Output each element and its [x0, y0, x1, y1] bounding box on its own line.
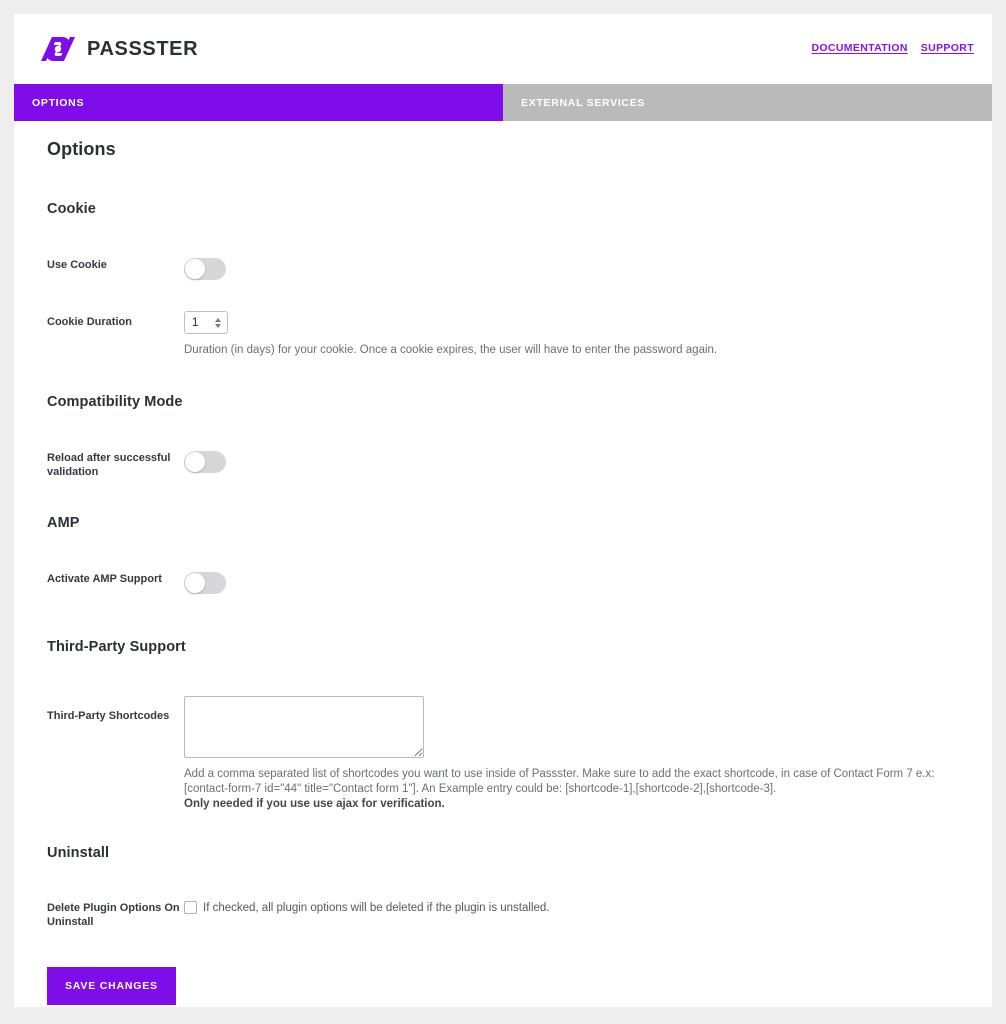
toggle-knob — [185, 452, 205, 472]
section-title-uninstall: Uninstall — [47, 845, 110, 861]
section-title-third-party: Third-Party Support — [47, 639, 186, 655]
cookie-duration-field: 1 Duration (in days) for your cookie. On… — [184, 311, 968, 358]
row-activate-amp: Activate AMP Support — [32, 572, 968, 599]
delete-plugin-options-checkbox-text: If checked, all plugin options will be d… — [203, 901, 550, 914]
third-party-shortcodes-label: Third-Party Shortcodes — [47, 710, 170, 722]
tab-bar: OPTIONS EXTERNAL SERVICES — [14, 84, 992, 121]
tab-options-label: OPTIONS — [32, 96, 85, 109]
third-party-shortcodes-hint: Add a comma separated list of shortcodes… — [184, 768, 935, 795]
passster-logo-icon — [38, 34, 78, 64]
section-title-amp: AMP — [47, 515, 80, 531]
section-title-cookie: Cookie — [47, 201, 96, 217]
cookie-duration-hint: Duration (in days) for your cookie. Once… — [184, 344, 718, 356]
documentation-link[interactable]: DOCUMENTATION — [811, 42, 907, 54]
header-links: DOCUMENTATION SUPPORT — [811, 42, 974, 56]
brand: PASSSTER — [38, 34, 198, 64]
support-link[interactable]: SUPPORT — [921, 42, 974, 54]
settings-page-card: PASSSTER DOCUMENTATION SUPPORT OPTIONS E… — [14, 14, 992, 1007]
section-title-compatibility: Compatibility Mode — [47, 394, 183, 410]
activate-amp-field — [184, 572, 968, 599]
cookie-duration-stepper[interactable]: 1 — [184, 311, 228, 334]
page-header: PASSSTER DOCUMENTATION SUPPORT — [14, 14, 992, 84]
reload-validation-field — [184, 451, 968, 478]
activate-amp-label: Activate AMP Support — [47, 573, 162, 585]
third-party-shortcodes-textarea[interactable] — [184, 696, 424, 758]
row-reload-validation: Reload after successful validation — [32, 451, 968, 479]
tab-external-services[interactable]: EXTERNAL SERVICES — [503, 84, 992, 121]
delete-plugin-options-label: Delete Plugin Options On Uninstall — [47, 902, 180, 928]
row-cookie-duration: Cookie Duration 1 Duration (in days) for… — [32, 311, 968, 358]
tab-options[interactable]: OPTIONS — [14, 84, 503, 121]
spinner-down-icon[interactable] — [215, 323, 221, 328]
cookie-duration-spinner[interactable] — [215, 317, 221, 328]
delete-plugin-options-checkbox[interactable] — [184, 901, 197, 914]
use-cookie-toggle[interactable] — [184, 258, 226, 280]
save-changes-button[interactable]: SAVE CHANGES — [47, 967, 176, 1005]
reload-validation-label: Reload after successful validation — [47, 452, 171, 478]
delete-plugin-options-field: If checked, all plugin options will be d… — [184, 901, 968, 914]
options-content: Options Cookie Use Cookie Cookie Duratio… — [14, 121, 992, 1005]
toggle-knob — [185, 573, 205, 593]
page-title: Options — [47, 139, 116, 159]
row-third-party-shortcodes: Third-Party Shortcodes Add a comma separ… — [32, 696, 968, 812]
spinner-up-icon[interactable] — [215, 317, 221, 322]
cookie-duration-value: 1 — [192, 316, 199, 329]
row-use-cookie: Use Cookie — [32, 258, 968, 285]
activate-amp-toggle[interactable] — [184, 572, 226, 594]
use-cookie-field — [184, 258, 968, 285]
third-party-shortcodes-hint-note: Only needed if you use use ajax for veri… — [184, 798, 445, 810]
use-cookie-label: Use Cookie — [47, 259, 107, 271]
cookie-duration-label: Cookie Duration — [47, 316, 132, 328]
delete-plugin-options-checkbox-line: If checked, all plugin options will be d… — [184, 901, 968, 914]
toggle-knob — [185, 259, 205, 279]
third-party-shortcodes-field: Add a comma separated list of shortcodes… — [184, 696, 968, 812]
row-delete-plugin-options: Delete Plugin Options On Uninstall If ch… — [32, 901, 968, 929]
tab-external-services-label: EXTERNAL SERVICES — [521, 96, 646, 109]
reload-validation-toggle[interactable] — [184, 451, 226, 473]
brand-name: PASSSTER — [87, 37, 199, 60]
